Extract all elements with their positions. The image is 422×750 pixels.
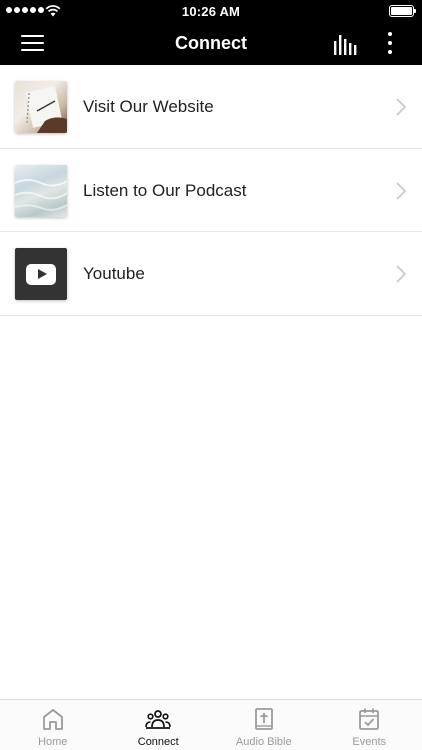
tab-connect[interactable]: Connect [106,700,212,750]
more-vertical-icon[interactable] [380,28,400,58]
list-item-youtube[interactable]: Youtube [0,232,422,316]
bible-icon [254,708,273,730]
list-item-label: Youtube [83,264,145,283]
audio-bars-icon[interactable] [330,31,360,57]
water-thumbnail [15,164,67,217]
list-item-label: Listen to Our Podcast [83,180,247,200]
tab-label: Home [38,736,68,748]
notebook-thumbnail [15,81,67,133]
list-item-label: Visit Our Website [83,97,214,116]
chevron-right-icon [396,181,406,200]
status-time: 10:26 AM [181,4,241,19]
calendar-check-icon [359,708,380,730]
youtube-icon [15,248,67,300]
tab-home[interactable]: Home [0,700,106,750]
nav-bar: Connect [0,22,422,65]
chevron-right-icon [396,265,406,283]
tab-label: Audio Bible [235,736,292,748]
connect-list: Visit Our Website Listen to Our Podcast … [0,65,422,316]
tab-audio-bible[interactable]: Audio Bible [211,700,317,750]
tab-label: Connect [137,736,179,748]
list-item-website[interactable]: Visit Our Website [0,65,422,149]
chevron-right-icon [396,98,406,116]
list-item-podcast[interactable]: Listen to Our Podcast [0,149,422,232]
tab-bar: Home Connect Audio Bible Events [0,699,422,750]
home-icon [42,709,63,730]
tab-label: Events [352,736,387,748]
battery-icon [389,5,416,17]
people-icon [145,710,172,729]
status-bar: 10:26 AM [0,0,422,22]
tab-events[interactable]: Events [317,700,422,750]
